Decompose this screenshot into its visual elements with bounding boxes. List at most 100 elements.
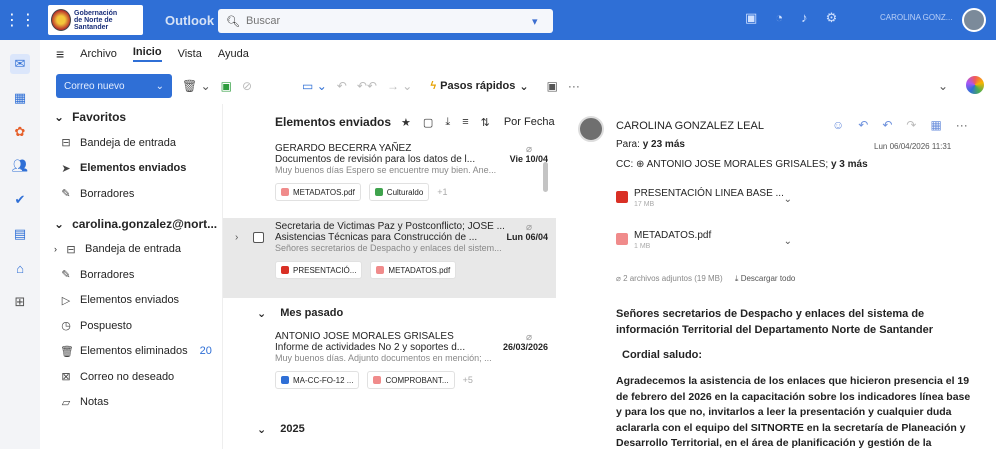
reply-all-icon[interactable]: ↶ [882, 118, 892, 132]
search-icon: 🔍︎ [226, 15, 240, 28]
more-attachments: +1 [437, 187, 448, 197]
quick-steps-button[interactable]: ϟ Pasos rápidos ⌄ [430, 80, 528, 93]
teams-icon[interactable]: ▣ [745, 10, 757, 26]
avatar[interactable] [962, 8, 986, 32]
chevron-down-icon[interactable]: ⌄ [784, 236, 792, 247]
new-mail-button[interactable]: Correo nuevo ⌄ [56, 74, 172, 98]
attachment-chip[interactable]: COMPROBANT... [367, 371, 455, 389]
more-options-icon[interactable]: ··· [568, 79, 580, 93]
user-name[interactable]: CAROLINA GONZ... [880, 13, 952, 22]
attachment-chip[interactable]: Culturaldo [368, 183, 430, 201]
sort-icon[interactable]: ⇅ [481, 116, 490, 129]
read-unread-icon[interactable]: ▣ [547, 79, 558, 93]
search-box[interactable]: 🔍︎ ▾ [218, 9, 553, 33]
tab-ayuda[interactable]: Ayuda [218, 48, 249, 60]
chevron-right-icon[interactable]: › [235, 232, 238, 243]
tab-vista[interactable]: Vista [178, 48, 202, 60]
message-item[interactable]: ANTONIO JOSE MORALES GRISALES ⌀ Informe … [223, 328, 556, 414]
group-header-2025[interactable]: ⌄ 2025 [223, 414, 556, 444]
mail-icon[interactable]: ✉ [10, 54, 30, 74]
folder-inbox[interactable]: › ⊟ Bandeja de entrada [40, 237, 222, 263]
folder-notes[interactable]: ▱ Notas [40, 390, 222, 416]
tab-archivo[interactable]: Archivo [80, 48, 117, 60]
sent-icon: ➤ [61, 162, 71, 175]
message-body: Agradecemos la asistencia de los enlaces… [616, 375, 971, 449]
favorites-header[interactable]: ⌄ Favoritos [40, 104, 222, 130]
sender-name[interactable]: CAROLINA GONZALEZ LEAL [616, 120, 764, 132]
chevron-down-icon[interactable]: ⌄ [156, 81, 164, 92]
download-icon: ⤓ [734, 274, 739, 283]
archive-icon[interactable]: ▣ [221, 79, 232, 93]
folder-label: Borradores [80, 268, 135, 281]
collapse-ribbon-icon[interactable]: ⌄ [938, 79, 948, 93]
reaction-icon[interactable]: ☺ [832, 118, 844, 132]
attachment-chip[interactable]: PRESENTACIÓ... [275, 261, 363, 279]
folder-sent[interactable]: ▷ Elementos enviados [40, 288, 222, 314]
app-name[interactable]: Outlook [165, 13, 214, 28]
folder-sent-favorite[interactable]: ➤ Elementos enviados [40, 156, 222, 182]
attachment-card[interactable]: PRESENTACIÓN LINEA BASE ... 17 MB ⌄ [616, 188, 792, 218]
account-header[interactable]: ⌄ carolina.gonzalez@nort... [40, 211, 222, 237]
report-icon[interactable]: ⊘ [242, 79, 252, 93]
chevron-right-icon[interactable]: › [54, 244, 57, 254]
folder-deleted[interactable]: 🗑︎ Elementos eliminados 20 [40, 339, 222, 365]
select-checkbox[interactable] [253, 232, 264, 243]
folder-inbox-favorite[interactable]: ⊟ Bandeja de entrada [40, 130, 222, 156]
more-options-icon[interactable]: ··· [956, 118, 968, 132]
notifications-icon[interactable]: ◔ [775, 10, 783, 26]
folder-snoozed[interactable]: ◷ Pospuesto [40, 313, 222, 339]
people-icon[interactable]: 👥︎ [10, 156, 30, 176]
select-icon[interactable]: ▢ [423, 116, 433, 129]
attachment-icon: ⌀ [525, 222, 532, 233]
copilot-icon[interactable] [966, 76, 984, 94]
download-all-link[interactable]: ⤓ Descargar todo [735, 274, 795, 283]
reply-icon[interactable]: ↶ [858, 118, 868, 132]
delete-icon[interactable]: 🗑︎ ⌄ [182, 79, 211, 93]
jump-icon[interactable]: ⤓ [445, 116, 450, 129]
hamburger-icon[interactable]: ≡ [56, 46, 64, 62]
copilot-app-icon[interactable]: ✿ [10, 122, 30, 142]
folder-pane: ⌄ Favoritos ⊟ Bandeja de entrada ➤ Eleme… [40, 104, 222, 449]
settings-icon[interactable]: ⚙ [826, 10, 838, 26]
avatar[interactable] [578, 116, 604, 142]
filter-icon[interactable]: ≡ [462, 116, 468, 129]
attachment-chip[interactable]: METADATOS.pdf [370, 261, 457, 279]
cc-recipient[interactable]: ANTONIO JOSE MORALES GRISALES; [647, 159, 829, 170]
to-recipients[interactable]: y 23 más [643, 139, 685, 150]
reply-icon[interactable]: ↶ [337, 79, 347, 93]
org-icon[interactable]: ⌂ [10, 258, 30, 278]
view-icon[interactable]: ▦ [930, 118, 941, 132]
folder-drafts[interactable]: ✎ Borradores [40, 262, 222, 288]
attachment-chip[interactable]: METADATOS.pdf [275, 183, 361, 201]
forward-icon[interactable]: ↷ [906, 118, 916, 132]
search-input[interactable] [245, 15, 526, 27]
organization-logo: Gobernación de Norte de Santander [48, 5, 143, 35]
bell-icon[interactable]: ♪ [801, 10, 808, 26]
app-launcher-icon[interactable]: ⋮⋮ [0, 0, 40, 40]
attachment-card[interactable]: METADATOS.pdf 1 MB ⌄ [616, 230, 792, 260]
filter-icon[interactable]: ▾ [532, 15, 538, 28]
reply-all-icon[interactable]: ↶↶ [357, 79, 377, 93]
sort-by-label[interactable]: Por Fecha [504, 116, 555, 128]
scrollbar[interactable] [543, 162, 548, 192]
folder-drafts-favorite[interactable]: ✎ Borradores [40, 181, 222, 207]
message-sender: Secretaria de Victimas Paz y Postconflic… [275, 221, 505, 232]
message-preview: Señores secretarios de Despacho y enlace… [275, 243, 502, 253]
todo-icon[interactable]: ✔ [10, 190, 30, 210]
forward-icon[interactable]: → ⌄ [387, 79, 412, 93]
chevron-down-icon: ⌄ [257, 307, 267, 320]
logo-line-2: de Norte de [74, 16, 113, 24]
calendar-icon[interactable]: ▦ [10, 88, 30, 108]
cc-more[interactable]: y 3 más [831, 159, 868, 170]
attachment-chip[interactable]: MA-CC-FO-12 ... [275, 371, 360, 389]
favorite-star-icon[interactable]: ★ [401, 116, 411, 129]
group-header-last-month[interactable]: ⌄ Mes pasado [223, 298, 556, 328]
folder-junk[interactable]: ⊠ Correo no deseado [40, 364, 222, 390]
message-item-selected[interactable]: › Secretaria de Victimas Paz y Postconfl… [223, 218, 556, 298]
word-icon[interactable]: ▤ [10, 224, 30, 244]
message-item[interactable]: GERARDO BECERRA YAÑEZ ⌀ Documentos de re… [223, 140, 556, 218]
apps-icon[interactable]: ⊞ [10, 292, 30, 312]
move-icon[interactable]: ▭ ⌄ [302, 79, 327, 93]
tab-inicio[interactable]: Inicio [132, 46, 162, 62]
chevron-down-icon[interactable]: ⌄ [784, 194, 792, 205]
